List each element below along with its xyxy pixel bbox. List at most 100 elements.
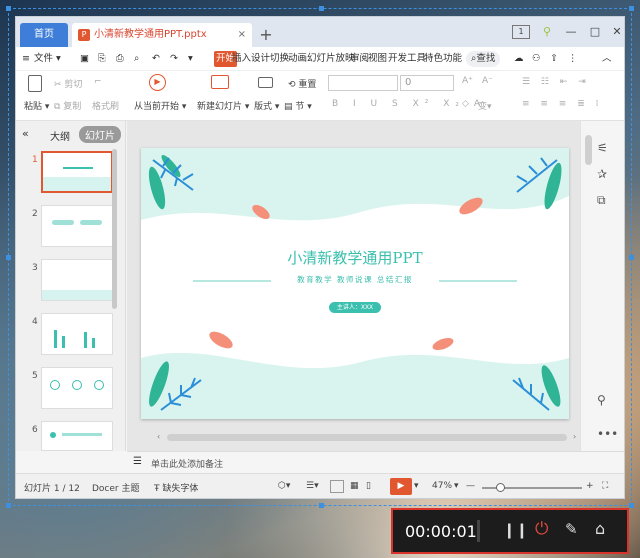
resize-handle[interactable] [629, 6, 634, 11]
cut-button[interactable]: ✂ 剪切 [54, 77, 82, 90]
slide-title[interactable]: 小清新教学通用PPT [141, 247, 569, 268]
clear-format-icon[interactable]: ◇ [462, 99, 469, 109]
play-slideshow-button[interactable]: ▶ [390, 478, 412, 495]
play-icon[interactable]: ▶ [149, 74, 166, 91]
zoom-in-icon[interactable]: + [586, 481, 594, 491]
thumbnail-scrollbar[interactable] [112, 149, 117, 309]
slide-thumbnail-6[interactable] [41, 421, 113, 451]
scroll-left-icon[interactable]: ‹ [157, 432, 160, 441]
print-preview-icon[interactable]: ⌕ [134, 51, 139, 67]
zoom-dropdown-icon[interactable]: ▾ [454, 481, 459, 491]
resize-handle[interactable] [6, 6, 11, 11]
play-from-current-button[interactable]: 从当前开始 ▾ [134, 99, 186, 112]
slide-thumbnail-2[interactable] [41, 205, 113, 247]
undo-icon[interactable]: ↶ [152, 51, 160, 67]
tab-home[interactable]: 首页 [20, 23, 68, 47]
zoom-level[interactable]: 47% [432, 481, 452, 491]
menu-features[interactable]: 特色功能 [424, 51, 462, 67]
quick-access-more-icon[interactable]: ▾ [188, 51, 193, 67]
reading-view-icon[interactable]: ▯ [366, 481, 371, 491]
print-icon[interactable]: ⎙ [116, 51, 124, 67]
slide-sorter-icon[interactable]: ▦ [350, 481, 359, 491]
notes-bar[interactable]: ☰ 单击此处添加备注 [127, 451, 624, 473]
horizontal-scrollbar[interactable] [167, 434, 567, 441]
new-slide-icon[interactable] [211, 75, 229, 92]
redo-icon[interactable]: ↷ [170, 51, 178, 67]
layout-icon[interactable] [258, 77, 273, 91]
format-painter-icon[interactable]: ⌐ [94, 77, 102, 87]
menu-slideshow[interactable]: 幻灯片放映 [307, 51, 355, 67]
slide-thumbnail-1[interactable] [41, 151, 113, 193]
cloud-icon[interactable]: ☁ [514, 51, 524, 67]
menu-animation[interactable]: 动画 [288, 51, 307, 67]
restore-button[interactable]: □ [586, 23, 604, 41]
save-icon[interactable]: ▣ [80, 51, 89, 67]
share-icon[interactable]: ⇪ [550, 51, 558, 67]
outline-tab[interactable]: 大纲 [50, 128, 70, 143]
presenter-label[interactable]: 主讲人：XXX [329, 302, 381, 313]
properties-icon[interactable]: ⚟ [597, 141, 608, 155]
slideshow-dropdown-icon[interactable]: ▾ [414, 481, 419, 491]
zoom-out-icon[interactable]: — [466, 481, 475, 491]
paste-icon[interactable] [28, 75, 42, 95]
notes-toggle-icon[interactable]: ☰▾ [306, 481, 319, 491]
zoom-slider-thumb[interactable] [496, 483, 505, 492]
menu-review[interactable]: 审阅 [350, 51, 369, 67]
slides-tab[interactable]: 幻灯片 [79, 126, 121, 143]
reset-button[interactable]: ⟲ 重置 [288, 77, 316, 90]
close-tab-icon[interactable]: × [238, 23, 246, 47]
menu-transition[interactable]: 切换 [270, 51, 289, 67]
format-painter-button[interactable]: 格式刷 [92, 99, 119, 112]
window-count-badge[interactable]: 1 [512, 25, 530, 39]
scroll-right-icon[interactable]: › [573, 432, 576, 441]
slide-thumbnail-5[interactable] [41, 367, 113, 409]
theme-name[interactable]: Docer 主题 [92, 481, 139, 494]
new-tab-button[interactable]: + [256, 23, 276, 47]
collaborate-icon[interactable]: ⚇ [532, 51, 541, 67]
increase-font-icon[interactable]: A⁺ [462, 76, 473, 86]
minimize-button[interactable]: — [562, 23, 580, 41]
hamburger-menu-icon[interactable]: ≡ [22, 51, 30, 67]
resize-handle[interactable] [629, 503, 634, 508]
help-icon[interactable]: ⚲ [597, 393, 606, 407]
alignment-icons[interactable]: ≡ ≡ ≡ ≣ ⁞ [522, 99, 602, 109]
new-slide-button[interactable]: 新建幻灯片 ▾ [197, 99, 249, 112]
stop-icon[interactable]: ⏻ [535, 519, 548, 539]
menu-design[interactable]: 设计 [251, 51, 270, 67]
resize-handle[interactable] [6, 503, 11, 508]
animation-pane-icon[interactable]: ✰ [597, 167, 607, 181]
search-box[interactable]: ⌕查找 [466, 51, 501, 67]
resize-handle[interactable] [319, 503, 324, 508]
copy-button[interactable]: ⧉ 复制 [54, 99, 81, 112]
current-slide[interactable]: 小清新教学通用PPT 教育教学 教师说课 总结汇报 主讲人：XXX [141, 148, 569, 419]
resize-handle[interactable] [629, 255, 634, 260]
pen-icon[interactable]: ✎ [565, 520, 578, 538]
paste-button[interactable]: 粘贴 ▾ [24, 99, 49, 112]
normal-view-icon[interactable] [330, 480, 344, 493]
slide-subtitle[interactable]: 教育教学 教师说课 总结汇报 [141, 274, 569, 285]
collapse-ribbon-icon[interactable]: ︿ [602, 51, 612, 67]
list-format-icons[interactable]: ☰ ☷ ⇤ ⇥ [522, 77, 590, 87]
menu-view[interactable]: 视图 [368, 51, 387, 67]
slide-thumbnail-4[interactable] [41, 313, 113, 355]
beautify-icon[interactable]: ⬡▾ [278, 481, 290, 491]
home-icon[interactable]: ⌂ [595, 519, 605, 538]
slide-count[interactable]: 幻灯片 1 / 12 [24, 481, 80, 494]
export-pdf-icon[interactable]: ⎘ [98, 51, 106, 67]
section-button[interactable]: ▤ 节 ▾ [284, 99, 312, 112]
font-name-input[interactable] [328, 75, 398, 91]
tab-document[interactable]: P 小清新教学通用PPT.pptx × [72, 23, 252, 47]
phonetic-icon[interactable]: 变▾ [478, 99, 492, 112]
resize-handle[interactable] [319, 6, 324, 11]
more-options-icon[interactable]: ••• [597, 427, 618, 441]
more-icon[interactable]: ⋮ [568, 51, 578, 67]
menu-developer[interactable]: 开发工具 [388, 51, 426, 67]
font-size-input[interactable]: 0 [400, 75, 454, 91]
menu-file[interactable]: 文件 ▾ [34, 51, 61, 67]
collapse-panel-button[interactable]: « [22, 127, 29, 140]
decrease-font-icon[interactable]: A⁻ [482, 76, 493, 86]
fit-window-icon[interactable]: ⛶ [602, 481, 608, 491]
slide-library-icon[interactable]: ⧉ [597, 193, 606, 208]
slide-thumbnail-3[interactable] [41, 259, 113, 301]
menu-insert[interactable]: 插入 [232, 51, 251, 67]
